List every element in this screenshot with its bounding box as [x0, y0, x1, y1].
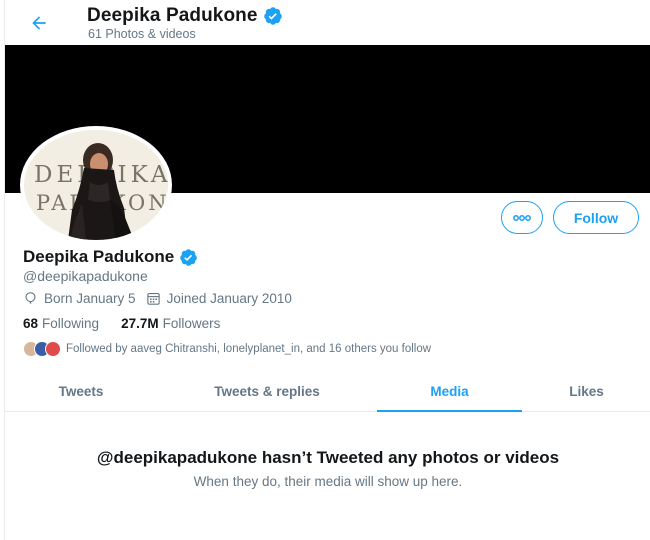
followed-by-row[interactable]: Followed by aaveg Chitranshi, lonelyplan… — [23, 341, 431, 357]
profile-handle: @deepikapadukone — [23, 268, 148, 284]
empty-state-title: @deepikapadukone hasn’t Tweeted any phot… — [96, 448, 560, 467]
verified-badge-icon — [179, 248, 198, 267]
tab-label: Likes — [569, 383, 604, 399]
birthday-item: Born January 5 — [23, 291, 136, 306]
tab-tweets[interactable]: Tweets — [5, 371, 157, 411]
header-media-count: 61 Photos & videos — [88, 27, 196, 41]
avatar-image: DEEPIKA PADUKONE — [24, 130, 168, 240]
profile-meta: Born January 5 Joined January 2010 — [23, 291, 302, 306]
tab-label: Tweets — [58, 383, 104, 399]
follow-counts: 68 Following 27.7M Followers — [23, 316, 242, 331]
followers-count: 27.7M — [121, 316, 159, 331]
profile-name: Deepika Padukone — [23, 247, 175, 266]
tab-tweets-replies[interactable]: Tweets & replies — [157, 371, 377, 411]
header-title: Deepika Padukone — [87, 5, 258, 26]
verified-badge-icon — [263, 6, 283, 26]
top-bar: Deepika Padukone 61 Photos & videos — [5, 0, 650, 45]
profile-avatar[interactable]: DEEPIKA PADUKONE — [20, 126, 172, 244]
tab-label: Tweets & replies — [214, 383, 320, 399]
more-horizontal-icon — [513, 214, 531, 221]
empty-state-subtitle: When they do, their media will show up h… — [193, 474, 463, 489]
profile-tabs: Tweets Tweets & replies Media Likes — [5, 371, 650, 412]
tab-likes[interactable]: Likes — [522, 371, 650, 411]
following-link[interactable]: 68 Following — [23, 316, 99, 331]
following-count: 68 — [23, 316, 39, 331]
back-button[interactable] — [25, 9, 53, 37]
profile-page: Deepika Padukone 61 Photos & videos DEEP… — [4, 0, 650, 540]
more-options-button[interactable] — [501, 201, 543, 234]
followers-label: Followers — [162, 316, 221, 331]
header-title-row: Deepika Padukone — [87, 5, 283, 27]
arrow-left-icon — [32, 16, 46, 30]
tab-label: Media — [430, 383, 469, 399]
mini-avatar — [45, 341, 61, 357]
profile-name-row: Deepika Padukone — [23, 247, 198, 267]
following-label: Following — [42, 316, 100, 331]
balloon-icon — [25, 292, 36, 304]
followed-by-avatars — [23, 341, 61, 357]
birthday-text: Born January 5 — [44, 291, 136, 306]
follow-button[interactable]: Follow — [553, 201, 639, 234]
tab-media[interactable]: Media — [377, 371, 522, 412]
followers-link[interactable]: 27.7M Followers — [121, 316, 220, 331]
joined-text: Joined January 2010 — [166, 291, 292, 306]
followed-by-text: Followed by aaveg Chitranshi, lonelyplan… — [66, 343, 432, 355]
calendar-icon — [146, 292, 160, 305]
joined-item: Joined January 2010 — [146, 291, 292, 306]
